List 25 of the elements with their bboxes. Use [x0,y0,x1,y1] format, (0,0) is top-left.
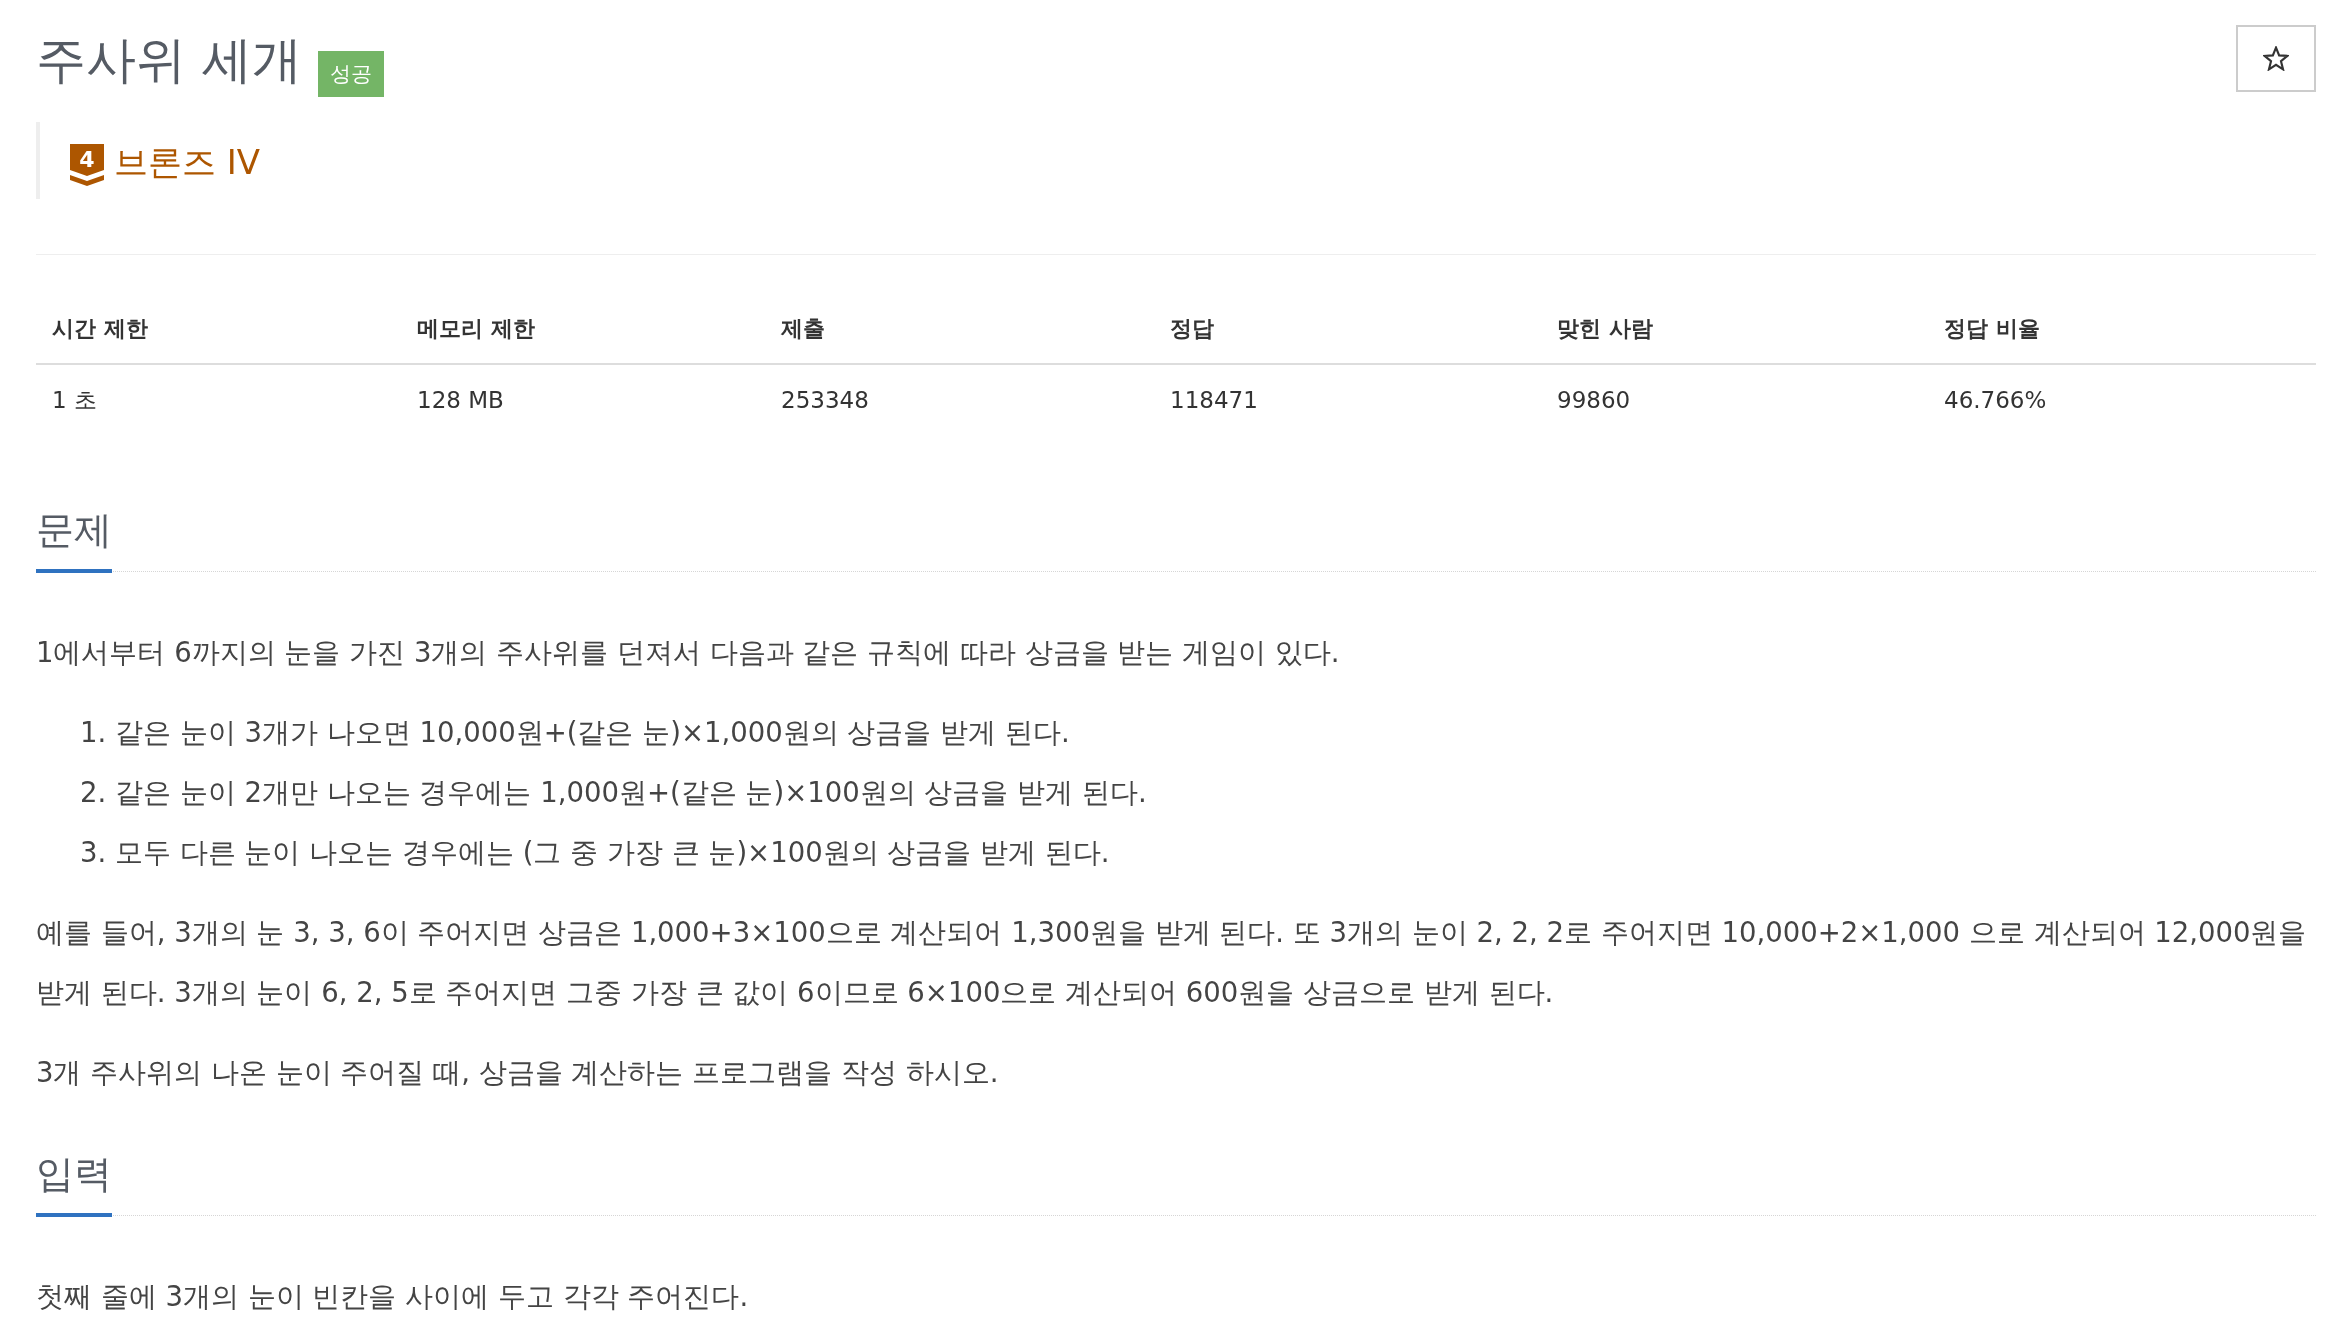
list-item: 3. 모두 다른 눈이 나오는 경우에는 (그 중 가장 큰 눈)×100원의 상금을 받게 된다. [80,835,1111,870]
section-heading: 문제 [36,506,112,573]
table-cell: 46.766% [1928,364,2316,435]
column-header: 시간 제한 [36,295,401,364]
paragraph: 예를 들어, 3개의 눈 3, 3, 6이 주어지면 상금은 1,000+3×100으로 계산되어 1,300원을 받게 된다. 또 3개의 눈이 2, 2, 2로 주어지면 10,000+2×1,000 으로 계산되어 12,000원을 받게 된다. 3개의 눈이 6, 2, 5로 주어지면 그중 가장 큰 값이 6이므로 6×100으로 계산되어 600원을 상금으로 받게 된다. [36,915,2308,1010]
column-header: 맞힌 사람 [1541,295,1928,364]
bookmark-button[interactable] [2236,25,2316,92]
column-header: 정답 비율 [1928,295,2316,364]
column-header: 정답 [1154,295,1541,364]
table-cell: 253348 [765,364,1154,435]
paragraph: 3개 주사위의 나온 눈이 주어질 때, 상금을 계산하는 프로그램을 작성 하시오. [36,1055,1000,1090]
list-item: 2. 같은 눈이 2개만 나오는 경우에는 1,000원+(같은 눈)×100원의 상금을 받게 된다. [80,775,1148,810]
table-cell: 118471 [1154,364,1541,435]
column-header: 제출 [765,295,1154,364]
list-item: 1. 같은 눈이 3개가 나오면 10,000원+(같은 눈)×1,000원의 상금을 받게 된다. [80,715,1071,750]
problem-title: 주사위 세개 [36,30,302,90]
table-cell: 99860 [1541,364,1928,435]
paragraph: 1에서부터 6까지의 눈을 가진 3개의 주사위를 던져서 다음과 같은 규칙에 따라 상금을 받는 게임이 있다. [36,635,1341,670]
table-cell: 1 초 [36,364,401,435]
column-header: 메모리 제한 [401,295,765,364]
table-cell: 128 MB [401,364,765,435]
section-heading: 입력 [36,1150,112,1217]
result-badge: 성공 [317,51,384,97]
tier-name[interactable]: 브론즈 IV [114,142,261,182]
paragraph: 첫째 줄에 3개의 눈이 빈칸을 사이에 두고 각각 주어진다. [36,1279,750,1314]
